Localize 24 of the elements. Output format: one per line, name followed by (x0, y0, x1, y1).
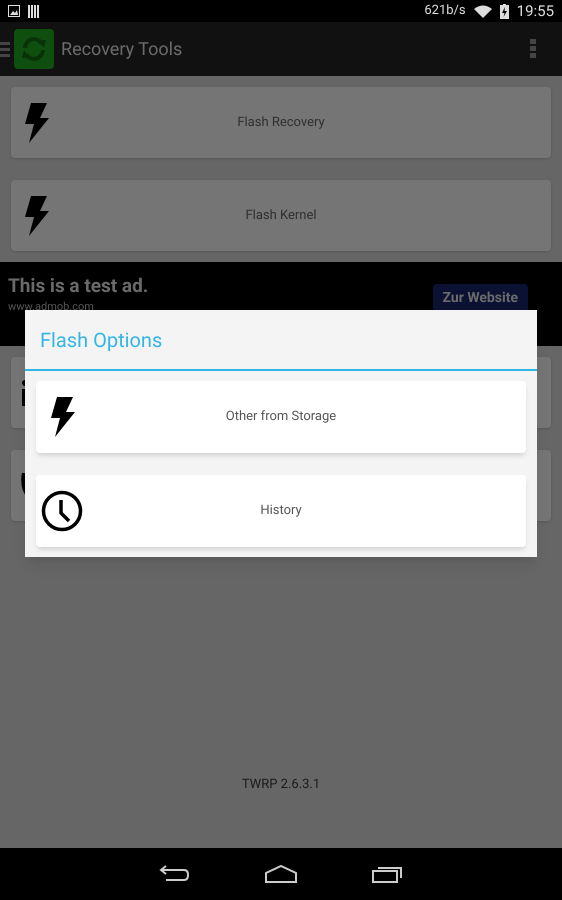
back-icon[interactable] (158, 865, 190, 883)
recent-apps-icon[interactable] (372, 865, 404, 883)
lightning-bolt-icon (49, 397, 75, 437)
app-title: Recovery Tools (61, 38, 182, 62)
clock-icon (41, 490, 83, 532)
barcode-icon (28, 4, 40, 18)
ad-url: www.admob.com (8, 298, 95, 315)
lightning-bolt-icon (23, 196, 49, 236)
battery-icon (500, 4, 509, 18)
option-card[interactable]: History (36, 475, 526, 547)
image-icon (8, 5, 20, 17)
version-label: TWRP 2.6.3.1 (242, 776, 320, 794)
clock-time: 19:55 (516, 0, 554, 22)
refresh-icon (20, 35, 48, 63)
tool-card[interactable]: Flash Recovery (11, 87, 551, 158)
ad-headline: This is a test ad. (8, 274, 150, 298)
network-speed: 621b/s (424, 2, 466, 20)
tool-card[interactable]: Flash Kernel (11, 180, 551, 251)
wifi-icon (474, 4, 492, 18)
website-button[interactable]: Zur Website (432, 284, 528, 312)
dialog-title: Flash Options (40, 326, 162, 354)
option-card[interactable]: Other from Storage (36, 381, 526, 453)
home-icon[interactable] (264, 865, 298, 883)
lightning-bolt-icon (23, 102, 49, 142)
